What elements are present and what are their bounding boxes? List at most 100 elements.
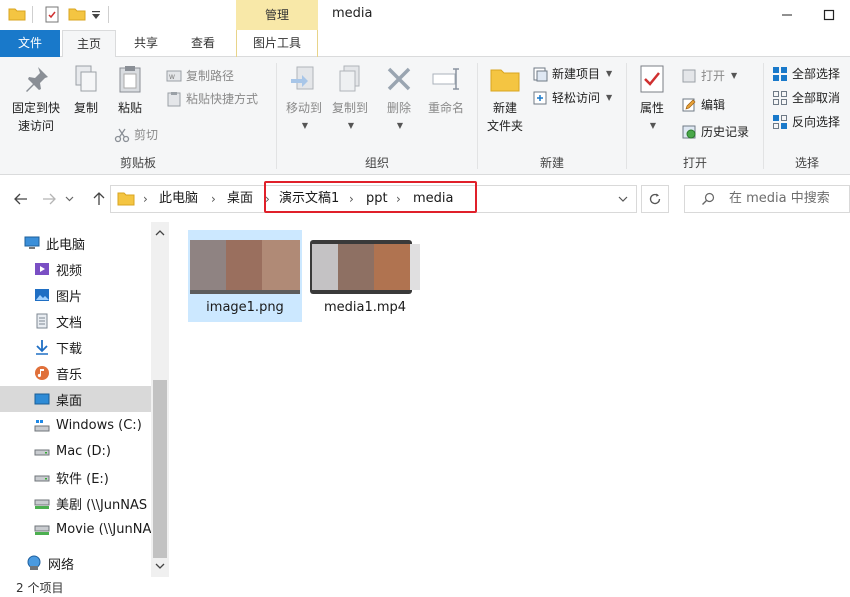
rename-button[interactable]: 重命名: [423, 63, 469, 117]
customize-dropdown-icon[interactable]: [90, 9, 102, 23]
paste-button[interactable]: 粘贴: [110, 63, 150, 117]
new-item-label: 新建项目: [552, 67, 601, 81]
open-group: 属性 ▼ 打开 ▼ 编辑 历史记录 打开: [627, 57, 763, 175]
select-none-button[interactable]: 全部取消: [772, 87, 840, 109]
search-input[interactable]: 在 media 中搜索: [684, 185, 850, 213]
nav-item-this-pc[interactable]: 此电脑: [0, 230, 152, 256]
chevron-down-icon: ▼: [606, 93, 613, 102]
select-all-label: 全部选择: [792, 67, 841, 81]
paste-shortcut-button[interactable]: 粘贴快捷方式: [166, 88, 258, 110]
video-thumbnail: [310, 234, 420, 294]
nav-pane-scrollbar[interactable]: [151, 222, 169, 577]
nav-item-drive-e[interactable]: 软件 (E:): [0, 464, 152, 490]
folder-icon[interactable]: [8, 6, 26, 25]
nav-item-network[interactable]: 网络: [0, 550, 152, 576]
nav-item-pictures[interactable]: 图片: [0, 282, 152, 308]
network-drive-icon: [34, 499, 50, 509]
organize-group: 移动到 ▼ 复制到 ▼ 删除 ▼ 重命名 组织: [277, 57, 477, 175]
nav-item-label: 文档: [56, 315, 83, 331]
nav-item-desktop[interactable]: 桌面: [0, 386, 152, 412]
scroll-down-button[interactable]: [151, 557, 169, 575]
edit-button[interactable]: 编辑: [681, 94, 725, 116]
properties-icon[interactable]: [44, 6, 60, 26]
manage-tab[interactable]: 管理: [236, 0, 318, 30]
documents-folder-icon: [36, 313, 48, 329]
copy-path-button[interactable]: W 复制路径: [166, 65, 234, 87]
delete-label: 删除: [386, 101, 411, 115]
tab-view[interactable]: 查看: [180, 30, 226, 57]
easy-access-button[interactable]: 轻松访问 ▼: [532, 87, 612, 109]
chevron-down-icon: ▼: [649, 121, 657, 130]
new-group-label: 新建: [539, 156, 564, 170]
nav-item-downloads[interactable]: 下载: [0, 334, 152, 360]
new-folder-label-line1: 新建: [492, 101, 517, 115]
file-item-video[interactable]: media1.mp4: [308, 230, 422, 322]
chevron-up-icon: [155, 230, 165, 236]
new-folder-icon[interactable]: [68, 6, 86, 25]
select-all-button[interactable]: 全部选择: [772, 63, 840, 85]
nav-item-music[interactable]: 音乐: [0, 360, 152, 386]
title-bar: 管理 media: [0, 0, 850, 30]
tab-file[interactable]: 文件: [0, 30, 60, 57]
breadcrumb-separator[interactable]: ›: [211, 186, 216, 212]
minimize-button[interactable]: [764, 0, 810, 30]
new-folder-label-line2: 文件夹: [486, 119, 523, 133]
chevron-down-icon: ▼: [347, 121, 355, 130]
forward-button[interactable]: [38, 188, 60, 210]
scissors-icon: [114, 128, 130, 143]
invert-selection-button[interactable]: 反向选择: [772, 111, 840, 133]
select-none-icon: [773, 91, 787, 105]
nav-item-documents[interactable]: 文档: [0, 308, 152, 334]
delete-button[interactable]: 删除 ▼: [379, 63, 419, 135]
select-none-label: 全部取消: [792, 91, 841, 105]
properties-button[interactable]: 属性 ▼: [631, 63, 673, 135]
copy-path-label: 复制路径: [186, 69, 235, 83]
copy-button[interactable]: 复制: [66, 63, 106, 117]
scroll-thumb[interactable]: [153, 380, 167, 558]
easy-access-icon: [533, 91, 547, 105]
back-button[interactable]: [10, 188, 32, 210]
nav-item-videos[interactable]: 视频: [0, 256, 152, 282]
pin-label-line1: 固定到快: [11, 101, 60, 115]
scroll-up-button[interactable]: [151, 224, 169, 242]
desktop-icon: [34, 393, 50, 405]
history-button[interactable]: 历史记录: [681, 121, 749, 143]
nav-item-drive-d[interactable]: Mac (D:): [0, 438, 152, 464]
history-icon: [682, 125, 696, 139]
new-item-button[interactable]: 新建项目 ▼: [532, 63, 612, 85]
edit-label: 编辑: [701, 98, 726, 112]
breadcrumb-this-pc[interactable]: 此电脑: [159, 186, 198, 212]
address-history-dropdown[interactable]: [614, 186, 632, 212]
chevron-down-icon: ▼: [396, 121, 404, 130]
properties-label: 属性: [639, 101, 664, 115]
drive-icon: [34, 475, 50, 482]
up-button[interactable]: [88, 188, 110, 210]
address-bar[interactable]: › 此电脑 › 桌面 › 演示文稿1 › ppt › media: [110, 181, 637, 213]
arrow-right-icon: [43, 193, 56, 205]
maximize-button[interactable]: [806, 0, 850, 30]
nav-item-network-drive-us-shows[interactable]: 美剧 (\\JunNAS: [0, 490, 152, 516]
open-button[interactable]: 打开 ▼: [681, 65, 737, 87]
tab-home[interactable]: 主页: [62, 30, 116, 58]
recent-locations-button[interactable]: [62, 188, 76, 210]
nav-item-network-drive-movie[interactable]: Movie (\\JunNA: [0, 516, 152, 542]
divider: [108, 6, 109, 23]
file-name: media1.mp4: [323, 300, 407, 315]
move-to-button[interactable]: 移动到 ▼: [281, 63, 327, 135]
breadcrumb-desktop[interactable]: 桌面: [227, 186, 253, 212]
nav-item-drive-c[interactable]: Windows (C:): [0, 412, 152, 438]
nav-item-label: Movie (\\JunNA: [56, 521, 152, 537]
file-item-image[interactable]: image1.png: [188, 230, 302, 322]
new-item-icon: [533, 67, 548, 82]
edit-pencil-icon: [682, 98, 696, 112]
refresh-button[interactable]: [641, 185, 669, 213]
open-group-label: 打开: [682, 156, 707, 170]
cut-button[interactable]: 剪切: [114, 124, 158, 146]
new-folder-button[interactable]: 新建 文件夹: [480, 63, 530, 135]
copy-to-button[interactable]: 复制到 ▼: [327, 63, 373, 135]
breadcrumb-separator[interactable]: ›: [143, 186, 148, 212]
tab-picture-tools[interactable]: 图片工具: [236, 30, 318, 57]
pin-quick-access-button[interactable]: 固定到快 速访问: [6, 63, 66, 135]
tab-share[interactable]: 共享: [124, 30, 168, 57]
chevron-down-icon: [65, 196, 73, 202]
